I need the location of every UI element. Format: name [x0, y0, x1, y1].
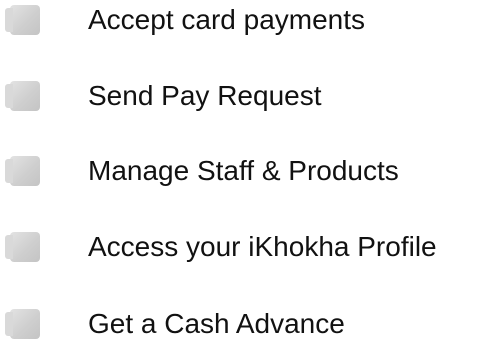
list-item-label: Access your iKhokha Profile — [88, 231, 437, 262]
feature-list: Accept card payments Send Pay Request Ma… — [0, 0, 487, 340]
card-payment-icon — [5, 5, 40, 35]
list-item-label: Get a Cash Advance — [88, 308, 345, 339]
list-item-label: Accept card payments — [88, 4, 366, 35]
staff-products-icon — [5, 156, 40, 186]
pay-request-icon — [5, 81, 40, 111]
list-item-accept-card-payments[interactable]: Accept card payments — [0, 0, 487, 45]
list-item-manage-staff-products[interactable]: Manage Staff & Products — [0, 146, 487, 196]
profile-icon — [5, 232, 40, 262]
list-item-label: Manage Staff & Products — [88, 155, 399, 186]
list-item-access-profile[interactable]: Access your iKhokha Profile — [0, 222, 487, 272]
list-item-label: Send Pay Request — [88, 80, 322, 111]
cash-advance-icon — [5, 309, 40, 339]
list-item-send-pay-request[interactable]: Send Pay Request — [0, 71, 487, 121]
list-item-cash-advance[interactable]: Get a Cash Advance — [0, 299, 487, 340]
